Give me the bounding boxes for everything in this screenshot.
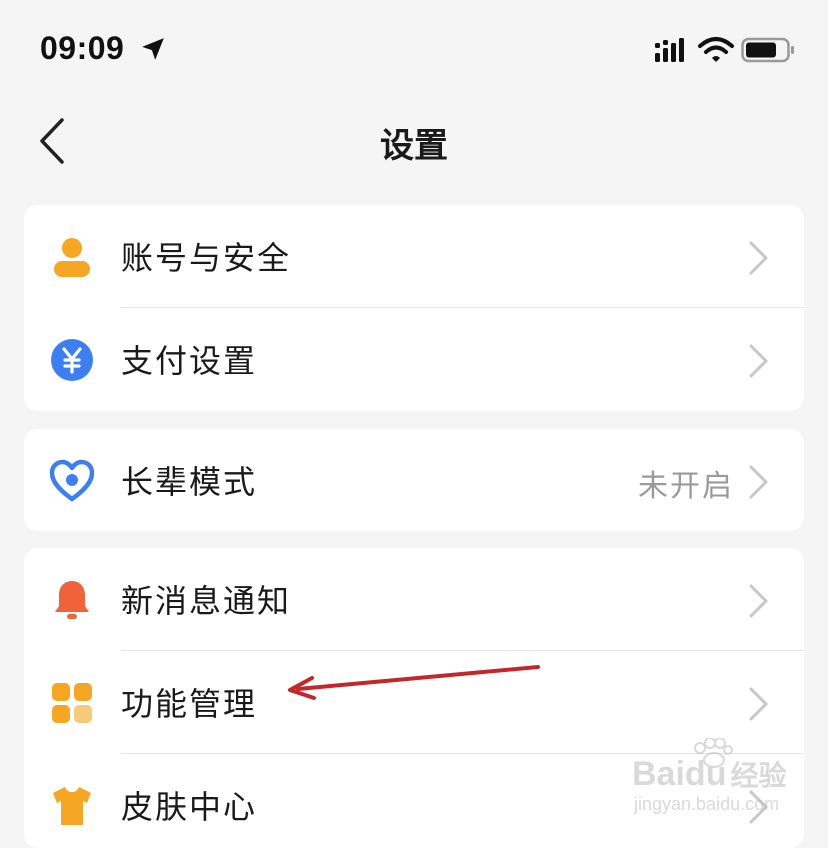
battery-icon — [741, 37, 794, 63]
nav-bar: 设置 — [0, 100, 828, 190]
yuan-icon — [51, 339, 93, 381]
settings-item-label: 支付设置 — [121, 342, 258, 380]
settings-group-elder: 长辈模式 未开启 — [24, 429, 804, 531]
settings-item-feature-management[interactable]: 功能管理 — [24, 651, 804, 754]
chevron-right-icon — [749, 344, 768, 378]
settings-group-general: 新消息通知 功能管理 皮肤中心 — [24, 548, 804, 848]
chevron-right-icon — [749, 241, 768, 275]
settings-group-account: 账号与安全 支付设置 — [24, 205, 804, 411]
settings-item-value: 未开启 — [638, 469, 734, 504]
settings-item-label: 功能管理 — [121, 685, 258, 723]
settings-item-elder-mode[interactable]: 长辈模式 未开启 — [24, 429, 804, 531]
wifi-icon — [698, 37, 734, 62]
settings-item-skin-center[interactable]: 皮肤中心 — [24, 754, 804, 848]
bell-icon — [55, 581, 89, 619]
status-time: 09:09 — [40, 30, 125, 66]
grid-icon — [52, 683, 92, 723]
settings-item-label: 长辈模式 — [121, 463, 258, 501]
tshirt-icon — [53, 787, 91, 825]
settings-item-payment[interactable]: 支付设置 — [24, 308, 804, 411]
settings-item-label: 皮肤中心 — [121, 788, 258, 826]
page-title: 设置 — [380, 126, 448, 166]
settings-item-label: 账号与安全 — [121, 239, 292, 277]
chevron-right-icon — [749, 584, 768, 618]
heart-person-icon — [50, 459, 94, 502]
person-icon — [54, 238, 90, 277]
status-bar: 09:09 — [0, 0, 828, 100]
settings-item-label: 新消息通知 — [121, 582, 292, 620]
location-arrow-icon — [142, 38, 164, 60]
settings-item-account-security[interactable]: 账号与安全 — [24, 205, 804, 308]
chevron-right-icon — [749, 790, 768, 824]
chevron-right-icon — [749, 687, 768, 721]
settings-item-notifications[interactable]: 新消息通知 — [24, 548, 804, 651]
signal-icon — [655, 38, 684, 62]
chevron-right-icon — [749, 465, 768, 499]
